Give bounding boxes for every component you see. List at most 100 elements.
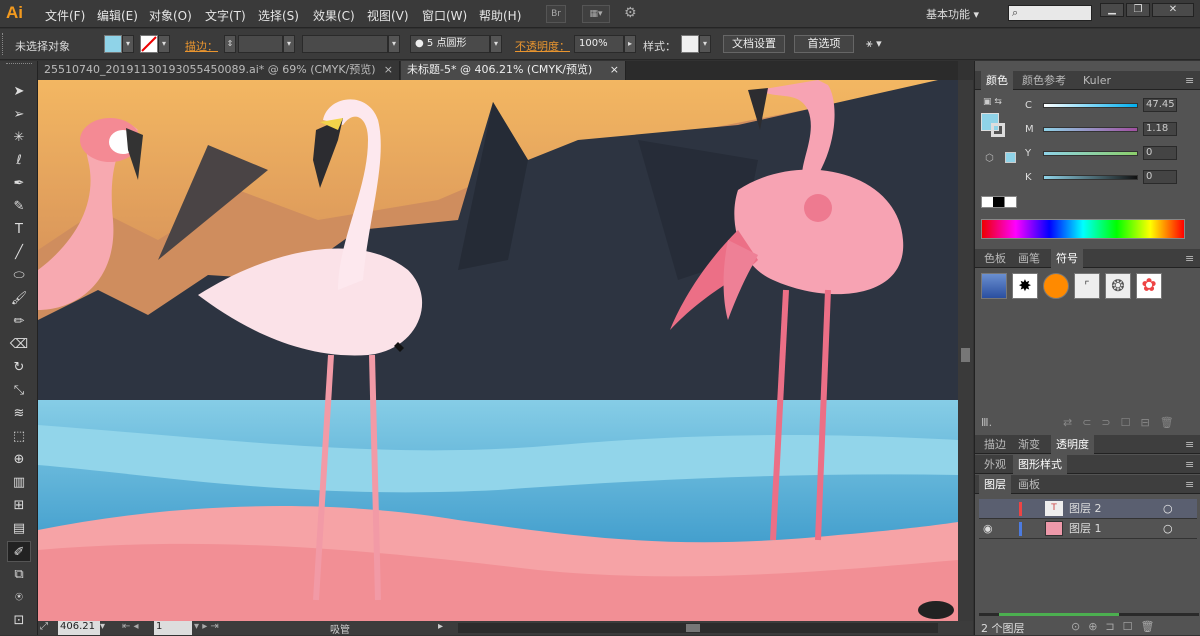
symbol-blue-bar[interactable] xyxy=(981,273,1007,299)
symbol-library-icon[interactable]: Ⅲ. xyxy=(981,416,992,429)
zoom-input[interactable]: 406.21 xyxy=(58,621,100,635)
tab-brushes[interactable]: 画笔 xyxy=(1013,249,1045,268)
black-slider[interactable] xyxy=(1043,175,1138,180)
zoom-dropdown[interactable]: ▾ xyxy=(100,621,105,632)
close-icon[interactable]: × xyxy=(610,61,619,79)
pencil-tool-icon[interactable]: ✏ xyxy=(7,311,31,332)
line-tool-icon[interactable]: ╱ xyxy=(7,242,31,263)
tab-document-2[interactable]: 未标题-5* @ 406.21% (CMYK/预览) × xyxy=(401,61,626,80)
eyedropper-tool-icon[interactable]: ✐ xyxy=(7,541,31,562)
symbol-sprayer-tool-icon[interactable]: ⍟ xyxy=(7,587,31,608)
default-colors-icon[interactable]: ▣ ⇆ xyxy=(983,97,1002,107)
minimize-button[interactable]: ▁ xyxy=(1100,3,1124,17)
stroke-dropdown[interactable]: ▾ xyxy=(158,35,170,53)
arrange-documents-icon[interactable]: ▦▾ xyxy=(582,5,610,23)
menu-window[interactable]: 窗口(W) xyxy=(422,7,467,24)
panel-menu-icon[interactable]: ≡ xyxy=(1185,252,1194,265)
tab-kuler[interactable]: Kuler xyxy=(1078,71,1116,90)
scroll-thumb[interactable] xyxy=(999,613,1119,616)
layer-actions-icons[interactable]: ⊙⊕⊐☐🗑 xyxy=(1071,620,1162,633)
preferences-button[interactable]: 首选项 xyxy=(794,35,854,53)
direct-selection-tool-icon[interactable]: ➢ xyxy=(7,104,31,125)
rotate-tool-icon[interactable]: ↻ xyxy=(7,357,31,378)
shape-builder-tool-icon[interactable]: ⊕ xyxy=(7,449,31,470)
gradient-tool-icon[interactable]: ▤ xyxy=(7,518,31,539)
tab-artboards[interactable]: 画板 xyxy=(1013,475,1045,494)
tab-layers[interactable]: 图层 xyxy=(979,475,1011,494)
layer-name[interactable]: 图层 2 xyxy=(1069,499,1102,518)
status-menu-arrow[interactable]: ▸ xyxy=(438,621,443,632)
tab-symbols[interactable]: 符号 xyxy=(1051,249,1083,268)
opacity-dropdown[interactable]: ▸ xyxy=(624,35,636,53)
tab-stroke[interactable]: 描边 xyxy=(979,435,1011,454)
lasso-tool-icon[interactable]: ℓ xyxy=(7,150,31,171)
target-icon[interactable]: ○ xyxy=(1163,519,1173,538)
tab-graphic-styles[interactable]: 图形样式 xyxy=(1013,455,1067,474)
target-icon[interactable]: ○ xyxy=(1163,499,1173,518)
black-input[interactable]: 0 xyxy=(1143,170,1177,184)
tab-transparency[interactable]: 透明度 xyxy=(1051,435,1094,454)
layer-row[interactable]: ◉ 图层 1 ○ xyxy=(979,519,1197,539)
horizontal-scrollbar[interactable] xyxy=(458,623,938,633)
symbol-flower[interactable]: ✿ xyxy=(1136,273,1162,299)
gpu-performance-icon[interactable]: ⚙ xyxy=(624,5,637,21)
symbol-frame[interactable]: ⌜ xyxy=(1074,273,1100,299)
menu-help[interactable]: 帮助(H) xyxy=(479,7,521,24)
stroke-color-swatch[interactable] xyxy=(991,123,1005,137)
scale-tool-icon[interactable]: ⤡ xyxy=(7,380,31,401)
opacity-input[interactable]: 100% xyxy=(574,35,624,53)
menu-effect[interactable]: 效果(C) xyxy=(313,7,355,24)
symbol-splat[interactable]: ✸ xyxy=(1012,273,1038,299)
fill-dropdown[interactable]: ▾ xyxy=(122,35,134,53)
document-setup-button[interactable]: 文档设置 xyxy=(723,35,785,53)
stroke-weight-dropdown[interactable]: ▾ xyxy=(283,35,295,53)
eye-icon[interactable]: ◉ xyxy=(983,519,993,538)
artboard-canvas[interactable] xyxy=(38,80,958,621)
cyan-input[interactable]: 47.45 xyxy=(1143,98,1177,112)
paintbrush-tool-icon[interactable]: 🖌 xyxy=(7,288,31,309)
variable-width-profile[interactable] xyxy=(302,35,388,53)
yellow-slider[interactable] xyxy=(1043,151,1138,156)
tab-swatches[interactable]: 色板 xyxy=(979,249,1011,268)
artboard-tool-icon[interactable]: ⊡ xyxy=(7,610,31,631)
layer-row[interactable]: T 图层 2 ○ xyxy=(979,499,1197,519)
tab-color-guide[interactable]: 颜色参考 xyxy=(1017,71,1071,90)
scroll-thumb[interactable] xyxy=(686,624,700,632)
free-transform-tool-icon[interactable]: ⬚ xyxy=(7,426,31,447)
menu-edit[interactable]: 编辑(E) xyxy=(97,7,138,24)
menu-select[interactable]: 选择(S) xyxy=(258,7,299,24)
brush-dropdown[interactable]: ▾ xyxy=(490,35,502,53)
tab-color[interactable]: 颜色 xyxy=(981,71,1013,90)
fill-swatch[interactable] xyxy=(104,35,122,53)
vertical-scrollbar[interactable] xyxy=(958,80,973,621)
style-swatch[interactable] xyxy=(681,35,699,53)
magic-wand-tool-icon[interactable]: ✳ xyxy=(7,127,31,148)
style-dropdown[interactable]: ▾ xyxy=(699,35,711,53)
type-tool-icon[interactable]: T xyxy=(7,219,31,240)
layer-name[interactable]: 图层 1 xyxy=(1069,519,1102,538)
gamut-swatch[interactable] xyxy=(1005,152,1016,163)
warp-tool-icon[interactable]: ≋ xyxy=(7,403,31,424)
stroke-weight-stepper[interactable]: ⇕ xyxy=(224,35,236,53)
first-artboard-icon[interactable]: ⇤ ◂ xyxy=(122,621,139,632)
workspace-switcher[interactable]: 基本功能 ▾ xyxy=(926,6,979,22)
menu-view[interactable]: 视图(V) xyxy=(367,7,409,24)
bridge-button[interactable]: Br xyxy=(546,5,566,23)
color-spectrum[interactable] xyxy=(981,219,1185,239)
menu-type[interactable]: 文字(T) xyxy=(205,7,246,24)
eraser-tool-icon[interactable]: ⌫ xyxy=(7,334,31,355)
close-button[interactable]: ✕ xyxy=(1152,3,1194,17)
next-artboard-icon[interactable]: ▾ ▸ ⇥ xyxy=(194,621,219,632)
symbol-actions-icons[interactable]: ⇄⊂⊃☐⊟🗑 xyxy=(1063,416,1184,429)
brush-definition[interactable]: ● 5 点圆形 xyxy=(410,35,490,53)
search-input[interactable]: ⌕ xyxy=(1008,5,1092,21)
panel-menu-icon[interactable]: ≡ xyxy=(1185,74,1194,87)
ellipse-tool-icon[interactable]: ⬭ xyxy=(7,265,31,286)
cyan-slider[interactable] xyxy=(1043,103,1138,108)
profile-dropdown[interactable]: ▾ xyxy=(388,35,400,53)
tab-appearance[interactable]: 外观 xyxy=(979,455,1011,474)
blend-tool-icon[interactable]: ⧉ xyxy=(7,564,31,585)
pen-tool-icon[interactable]: ✒ xyxy=(7,173,31,194)
curvature-tool-icon[interactable]: ✎ xyxy=(7,196,31,217)
scroll-thumb[interactable] xyxy=(961,348,970,362)
